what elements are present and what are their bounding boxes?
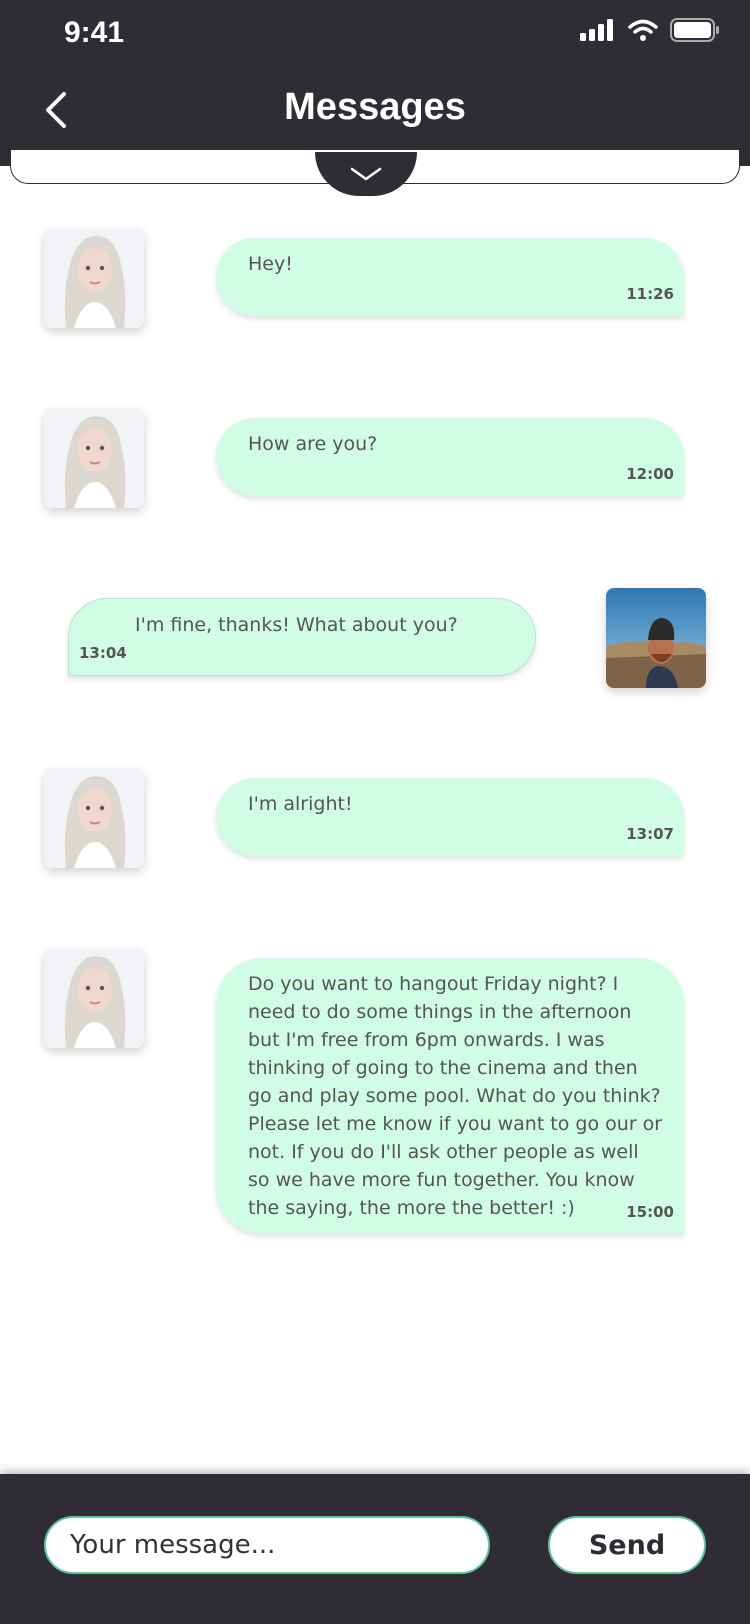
wifi-icon (628, 19, 658, 41)
message-bubble[interactable]: I'm alright! 13:07 (216, 778, 684, 856)
contact-avatar[interactable] (44, 768, 144, 868)
message-text: Do you want to hangout Friday night? I n… (248, 973, 663, 1219)
message-time: 15:00 (626, 1203, 674, 1221)
composer-bar: Send (0, 1474, 750, 1624)
message-bubble[interactable]: Do you want to hangout Friday night? I n… (216, 958, 684, 1234)
contact-avatar[interactable] (44, 408, 144, 508)
contact-avatar[interactable] (44, 228, 144, 328)
user-avatar-image (606, 588, 706, 688)
status-icons (580, 18, 720, 42)
battery-icon (670, 18, 719, 42)
message-time: 13:04 (79, 644, 127, 662)
app-header: 9:41 Messages (0, 0, 750, 166)
contact-avatar-image (44, 408, 144, 508)
message-bubble-own[interactable]: I'm fine, thanks! What about you? 13:04 (68, 598, 536, 676)
message-text: I'm alright! (248, 793, 353, 815)
contact-avatar-image (44, 228, 144, 328)
message-bubble[interactable]: How are you? 12:00 (216, 418, 684, 496)
status-time: 9:41 (64, 16, 125, 49)
page-title: Messages (284, 86, 466, 128)
expand-tab[interactable] (315, 152, 417, 196)
message-bubble[interactable]: Hey! 11:26 (216, 238, 684, 316)
send-button[interactable]: Send (548, 1516, 706, 1574)
user-avatar[interactable] (606, 588, 706, 688)
message-time: 12:00 (626, 465, 674, 483)
signal-icon (580, 19, 613, 41)
contact-avatar[interactable] (44, 948, 144, 1048)
message-time: 13:07 (626, 825, 674, 843)
contact-avatar-image (44, 768, 144, 868)
message-text: Hey! (248, 253, 293, 275)
chevron-down-icon (350, 167, 382, 181)
message-text: How are you? (248, 433, 378, 455)
contact-avatar-image (44, 948, 144, 1048)
message-input[interactable] (44, 1516, 490, 1574)
message-text: I'm fine, thanks! What about you? (135, 614, 458, 636)
message-time: 11:26 (626, 285, 674, 303)
